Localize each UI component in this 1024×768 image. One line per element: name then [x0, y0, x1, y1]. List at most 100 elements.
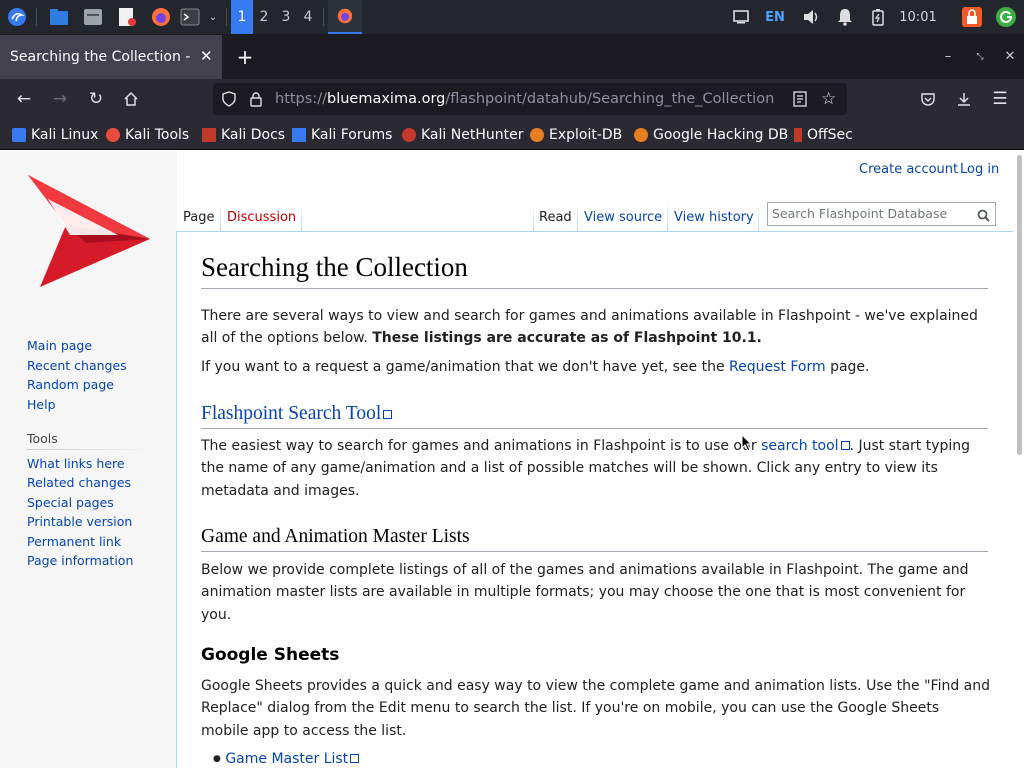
- taskbar-firefox-window[interactable]: [328, 0, 362, 34]
- tab-bar: Searching the Collection - Flashpoint Da…: [0, 34, 1024, 79]
- search-tool-paragraph: The easiest way to search for games and …: [201, 438, 971, 499]
- bookmark-exploit-db[interactable]: Exploit-DB: [530, 119, 622, 150]
- kali-menu-icon[interactable]: [4, 0, 30, 34]
- scrollbar-thumb[interactable]: [1017, 155, 1022, 455]
- kali-linux-icon: [12, 127, 26, 142]
- tab-close-icon[interactable]: ✕: [200, 47, 213, 65]
- sidebar-item-recent-changes[interactable]: Recent changes: [27, 358, 127, 373]
- request-paragraph: If you want to a request a game/animatio…: [201, 359, 870, 375]
- keyboard-layout[interactable]: EN: [760, 0, 790, 34]
- battery-icon[interactable]: [866, 0, 890, 34]
- external-link-icon: [350, 754, 360, 763]
- google-sheets-paragraph: Google Sheets provides a quick and easy …: [201, 678, 991, 739]
- list-item: ● Game Master List: [213, 751, 360, 767]
- offsec-icon: [794, 127, 802, 142]
- files-icon[interactable]: [80, 0, 106, 34]
- request-form-link[interactable]: Request Form: [729, 359, 826, 375]
- downloads-icon[interactable]: [950, 79, 978, 119]
- google-hacking-db-icon: [634, 127, 648, 142]
- game-master-list-link[interactable]: Game Master List: [225, 751, 360, 767]
- menu-icon[interactable]: ☰: [986, 79, 1014, 119]
- tab-title: Searching the Collection - Flashpoint Da…: [10, 49, 190, 65]
- sidebar-item-main-page[interactable]: Main page: [27, 338, 92, 353]
- search-icon[interactable]: [977, 207, 990, 229]
- bookmark-offsec[interactable]: OffSec: [794, 119, 853, 150]
- notifications-icon[interactable]: [832, 0, 858, 34]
- sidebar-item-permanent-link[interactable]: Permanent link: [27, 534, 121, 549]
- url-bar[interactable]: https://bluemaxima.org/flashpoint/datahu…: [213, 83, 847, 115]
- search-placeholder: Search Flashpoint Database: [772, 206, 948, 221]
- search-input[interactable]: Search Flashpoint Database: [767, 202, 996, 226]
- tab-discussion[interactable]: Discussion: [227, 203, 296, 232]
- tab-read[interactable]: Read: [539, 203, 572, 232]
- external-link-icon: [383, 410, 393, 419]
- intro-paragraph: There are several ways to view and searc…: [201, 308, 978, 347]
- sidebar-item-special-pages[interactable]: Special pages: [27, 495, 114, 510]
- log-in-link[interactable]: Log in: [960, 162, 999, 177]
- url-text[interactable]: https://bluemaxima.org/flashpoint/datahu…: [275, 83, 774, 115]
- back-icon[interactable]: ←: [10, 79, 38, 119]
- page-title: Searching the Collection: [201, 252, 468, 282]
- tab-view-source[interactable]: View source: [584, 203, 662, 232]
- text-editor-icon[interactable]: [114, 0, 140, 34]
- restore-icon[interactable]: ⤡: [966, 34, 994, 79]
- master-lists-heading: Game and Animation Master Lists: [201, 526, 470, 547]
- new-tab-icon[interactable]: +: [232, 34, 258, 79]
- sidebar-item-printable-version[interactable]: Printable version: [27, 514, 132, 529]
- system-panel: ⌄ 1 2 3 4 EN 10:01: [0, 0, 1024, 34]
- master-lists-paragraph: Below we provide complete listings of al…: [201, 562, 969, 623]
- bookmark-google-hacking-db[interactable]: Google Hacking DB: [634, 119, 788, 150]
- kali-forums-icon: [292, 127, 306, 142]
- browser-tab[interactable]: Searching the Collection - Flashpoint Da…: [0, 35, 222, 79]
- sidebar-item-random-page[interactable]: Random page: [27, 377, 114, 392]
- google-sheets-heading: Google Sheets: [201, 645, 340, 665]
- navigation-bar: ← → ↻ https://bluemaxima.org/flashpoint/…: [0, 79, 1024, 119]
- reader-view-icon[interactable]: [793, 91, 807, 111]
- search-tool-link[interactable]: search tool: [761, 438, 850, 454]
- firefox-launcher-icon[interactable]: [148, 0, 174, 34]
- sidebar-item-page-information[interactable]: Page information: [27, 553, 133, 568]
- kali-tools-icon: [106, 127, 120, 142]
- kali-nethunter-icon: [402, 127, 416, 142]
- minimize-icon[interactable]: –: [934, 34, 962, 79]
- lock-screen-icon[interactable]: [958, 0, 986, 34]
- volume-icon[interactable]: [798, 0, 824, 34]
- reload-icon[interactable]: ↻: [82, 79, 110, 119]
- workspace-4[interactable]: 4: [297, 0, 319, 34]
- close-window-icon[interactable]: ✕: [996, 34, 1024, 79]
- terminal-icon[interactable]: [178, 0, 202, 34]
- web-page: Create account Log in Page Discussion Re…: [0, 151, 1024, 768]
- workspace-1[interactable]: 1: [231, 0, 253, 34]
- create-account-link[interactable]: Create account: [859, 162, 958, 177]
- tab-view-history[interactable]: View history: [674, 203, 754, 232]
- flashpoint-search-tool-heading[interactable]: Flashpoint Search Tool: [201, 403, 393, 425]
- sidebar-item-related-changes[interactable]: Related changes: [27, 475, 131, 490]
- chevron-down-icon[interactable]: ⌄: [204, 0, 222, 34]
- sidebar-item-what-links-here[interactable]: What links here: [27, 456, 125, 471]
- tab-page[interactable]: Page: [183, 203, 214, 232]
- bookmark-kali-tools[interactable]: Kali Tools: [106, 119, 189, 150]
- clock[interactable]: 10:01: [896, 0, 940, 34]
- exploit-db-icon: [530, 127, 544, 142]
- tracking-protection-icon[interactable]: [221, 91, 237, 111]
- forward-icon[interactable]: →: [46, 79, 74, 119]
- bookmark-kali-docs[interactable]: Kali Docs: [202, 119, 285, 150]
- flashpoint-logo[interactable]: [26, 175, 152, 293]
- bookmarks-toolbar: Kali Linux Kali Tools Kali Docs Kali For…: [0, 119, 1024, 150]
- screen-icon[interactable]: [728, 0, 754, 34]
- bookmark-kali-forums[interactable]: Kali Forums: [292, 119, 392, 150]
- bookmark-kali-linux[interactable]: Kali Linux: [12, 119, 98, 150]
- external-link-icon: [840, 441, 850, 450]
- file-manager-icon[interactable]: [46, 0, 72, 34]
- workspace-3[interactable]: 3: [275, 0, 297, 34]
- home-icon[interactable]: [117, 79, 145, 119]
- bookmark-star-icon[interactable]: ☆: [821, 89, 836, 109]
- tools-heading: Tools: [27, 431, 58, 446]
- bookmark-kali-nethunter[interactable]: Kali NetHunter: [402, 119, 523, 150]
- pocket-icon[interactable]: [914, 79, 942, 119]
- power-icon[interactable]: [992, 0, 1020, 34]
- workspace-2[interactable]: 2: [253, 0, 275, 34]
- sidebar-item-help[interactable]: Help: [27, 397, 56, 412]
- lock-icon[interactable]: [249, 91, 263, 111]
- kali-docs-icon: [202, 127, 216, 142]
